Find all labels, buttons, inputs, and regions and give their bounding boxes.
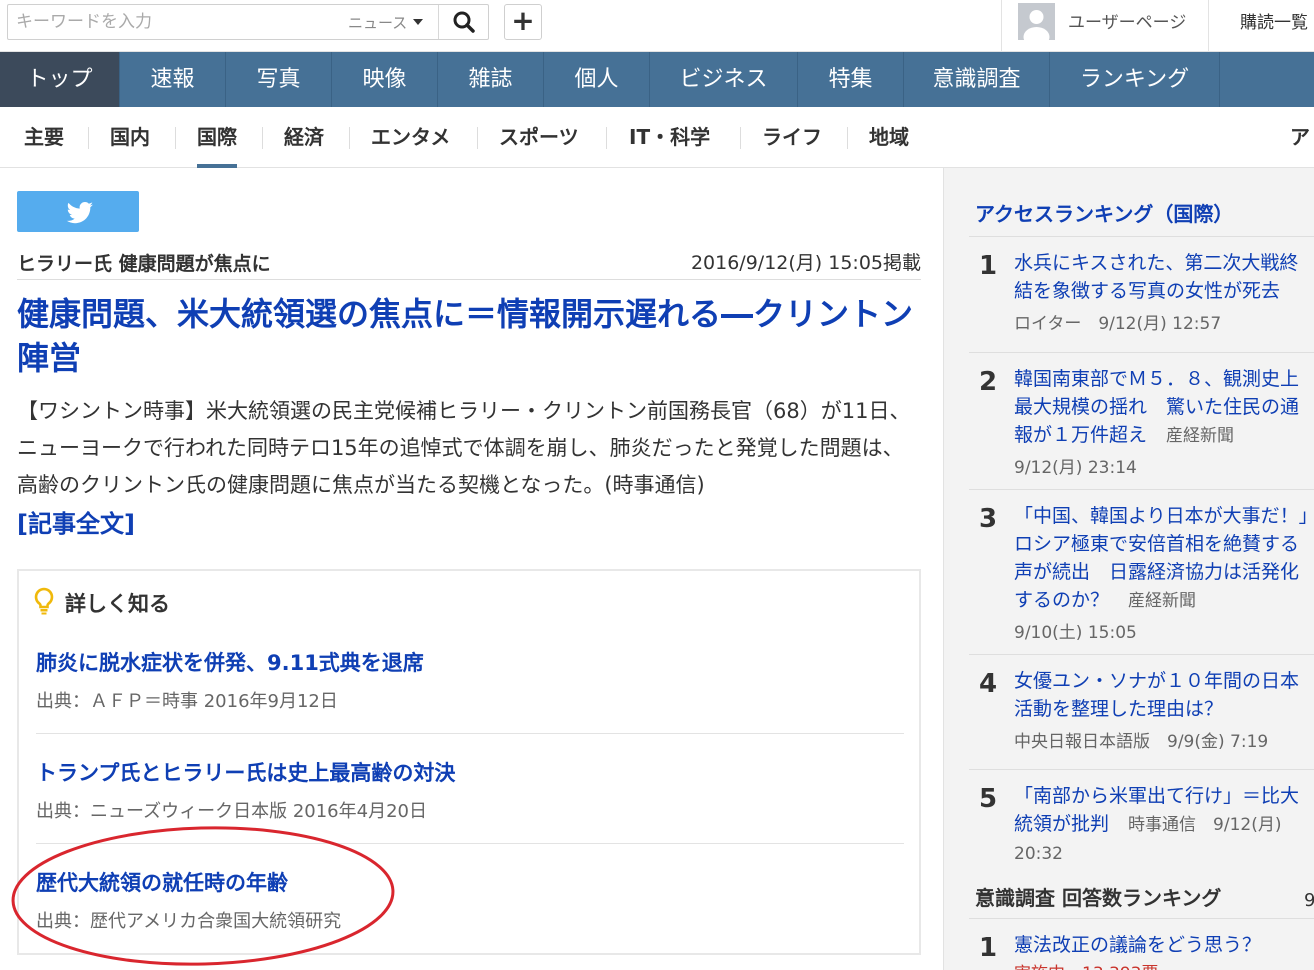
nav-video[interactable]: 映像: [332, 52, 438, 107]
tab-divider: [349, 127, 350, 149]
search-scope-label: ニュース: [348, 14, 408, 32]
related-item-link[interactable]: 肺炎に脱水症状を併発、9.11式典を退席: [36, 647, 424, 677]
nav-photos[interactable]: 写真: [226, 52, 332, 107]
nav-magazines[interactable]: 雑誌: [438, 52, 544, 107]
ranking-item[interactable]: 1 水兵にキスされた、第二次大戦終結を象徴する写真の女性が死去 ロイター 9/1…: [969, 236, 1314, 352]
plus-icon: +: [511, 4, 535, 37]
ranking-link[interactable]: 「中国、韓国より日本が大事だ！」ロシア極東で安倍首相を絶賛する声が続出 日露経済…: [1014, 502, 1314, 615]
article-date: 2016/9/12(月) 15:05掲載: [690, 252, 921, 274]
tab-divider: [740, 127, 741, 149]
ranking-source: 産経新聞: [1166, 426, 1235, 446]
ranking-meta: 9/10(土) 15:05: [1014, 623, 1137, 643]
ranking-item[interactable]: 5 「南部から米軍出て行け」＝比大統領が批判 時事通信 9/12(月) 20:3…: [969, 769, 1314, 864]
lightbulb-icon: [34, 587, 54, 615]
nav-individual[interactable]: 個人: [544, 52, 650, 107]
related-item-source: 出典：ＡＦＰ＝時事 2016年9月12日: [36, 691, 338, 712]
sidebar: アクセスランキング（国際） 1 水兵にキスされた、第二次大戦終結を象徴する写真の…: [943, 168, 1314, 970]
read-full-article-link[interactable]: [記事全文]: [17, 504, 135, 539]
related-heading-label: 詳しく知る: [65, 592, 170, 616]
search-icon: [453, 11, 475, 33]
survey-extra: 9: [1304, 890, 1314, 911]
tab-it-science[interactable]: IT・科学: [629, 107, 710, 168]
tweet-button[interactable]: [17, 191, 139, 232]
tab-divider: [88, 127, 89, 149]
article-summary: 【ワシントン時事】米大統領選の民主党候補ヒラリー・クリントン前国務長官（68）が…: [17, 399, 911, 497]
ranking-link[interactable]: 韓国南東部でＭ５．８、観測史上最大規模の揺れ 驚いた住民の通報が１万件超え 産経…: [1014, 365, 1314, 450]
ranking-link-text: 韓国南東部でＭ５．８、観測史上最大規模の揺れ 驚いた住民の通報が１万件超え: [1014, 368, 1300, 446]
tab-domestic[interactable]: 国内: [110, 107, 150, 168]
search-button[interactable]: [438, 5, 488, 39]
user-page-link[interactable]: ユーザーページ: [1001, 0, 1209, 52]
tab-divider: [606, 127, 607, 149]
nav-breaking[interactable]: 速報: [120, 52, 226, 107]
survey-item[interactable]: 1 憲法改正の議論をどう思う？ 実施中 13,393票: [969, 918, 1314, 970]
top-bar: ニュース + ユーザーページ 購読一覧: [0, 0, 1314, 52]
ranking-link[interactable]: 「南部から米軍出て行け」＝比大統領が批判 時事通信 9/12(月) 20:32: [1014, 782, 1314, 868]
ranking-link[interactable]: 水兵にキスされた、第二次大戦終結を象徴する写真の女性が死去: [1014, 249, 1314, 305]
tab-region[interactable]: 地域: [869, 107, 909, 168]
ranking-meta: 9/12(月) 23:14: [1014, 458, 1137, 478]
survey-link[interactable]: 憲法改正の議論をどう思う？: [1014, 931, 1314, 959]
search-box: ニュース: [7, 4, 489, 40]
tab-entertainment[interactable]: エンタメ: [371, 107, 450, 168]
tab-divider: [847, 127, 848, 149]
tab-divider: [262, 127, 263, 149]
caret-down-icon: [413, 19, 424, 25]
subscriptions-link[interactable]: 購読一覧: [1240, 8, 1308, 33]
tab-more[interactable]: ア: [1290, 107, 1310, 168]
avatar: [1018, 3, 1055, 40]
tab-divider: [477, 127, 478, 149]
nav-surveys[interactable]: 意識調査: [904, 52, 1050, 107]
related-item-link[interactable]: トランプ氏とヒラリー氏は史上最高齢の対決: [36, 757, 455, 787]
user-page-label: ユーザーページ: [1068, 13, 1187, 33]
tab-sports[interactable]: スポーツ: [499, 107, 579, 168]
twitter-bird-icon: [66, 202, 93, 224]
tab-economy[interactable]: 経済: [284, 107, 324, 168]
nav-ranking[interactable]: ランキング: [1050, 52, 1220, 107]
tab-main[interactable]: 主要: [24, 107, 64, 168]
user-icon: [1018, 3, 1055, 40]
ranking-meta: 中央日報日本語版 9/9(金) 7:19: [1014, 732, 1269, 752]
related-item-source: 出典：ニューズウィーク日本版 2016年4月20日: [36, 801, 427, 822]
ranking-link[interactable]: 女優ユン・ソナが１０年間の日本活動を整理した理由は？: [1014, 667, 1314, 723]
ranking-number: 4: [979, 669, 998, 699]
article-title-link[interactable]: 健康問題、米大統領選の焦点に＝情報開示遅れる―クリントン陣営: [17, 292, 921, 380]
access-ranking-title[interactable]: アクセスランキング（国際）: [975, 198, 1233, 227]
search-scope-dropdown[interactable]: ニュース: [348, 12, 424, 33]
red-circle-annotation: [11, 826, 395, 966]
ranking-number: 2: [979, 367, 998, 397]
ranking-number: 3: [979, 504, 998, 534]
tab-international[interactable]: 国際: [197, 107, 237, 168]
add-button[interactable]: +: [504, 4, 542, 40]
category-nav: 主要 国内 国際 経済 エンタメ スポーツ IT・科学 ライフ 地域 ア: [0, 107, 1314, 168]
survey-meta: 実施中 13,393票: [1014, 959, 1158, 970]
main-nav: トップ 速報 写真 映像 雑誌 個人 ビジネス 特集 意識調査 ランキング: [0, 52, 1314, 107]
tab-divider: [175, 127, 176, 149]
ranking-source: 産経新聞: [1128, 591, 1197, 611]
ranking-item[interactable]: 3 「中国、韓国より日本が大事だ！」ロシア極東で安倍首相を絶賛する声が続出 日露…: [969, 489, 1314, 654]
nav-business[interactable]: ビジネス: [650, 52, 798, 107]
article-category: ヒラリー氏 健康問題が焦点に: [17, 253, 271, 275]
survey-ranking-title: 意識調査 回答数ランキング: [975, 886, 1222, 910]
survey-number: 1: [979, 933, 998, 963]
ranking-item[interactable]: 2 韓国南東部でＭ５．８、観測史上最大規模の揺れ 驚いた住民の通報が１万件超え …: [969, 352, 1314, 489]
search-input[interactable]: [16, 9, 336, 35]
ranking-number: 1: [979, 251, 998, 281]
ranking-number: 5: [979, 784, 998, 814]
divider: [36, 733, 904, 734]
ranking-meta: ロイター 9/12(月) 12:57: [1014, 314, 1222, 334]
article-header: ヒラリー氏 健康問題が焦点に 2016/9/12(月) 15:05掲載: [17, 246, 921, 280]
nav-top[interactable]: トップ: [0, 52, 120, 107]
tab-life[interactable]: ライフ: [762, 107, 822, 168]
nav-features[interactable]: 特集: [798, 52, 904, 107]
ranking-item[interactable]: 4 女優ユン・ソナが１０年間の日本活動を整理した理由は？ 中央日報日本語版 9/…: [969, 654, 1314, 769]
